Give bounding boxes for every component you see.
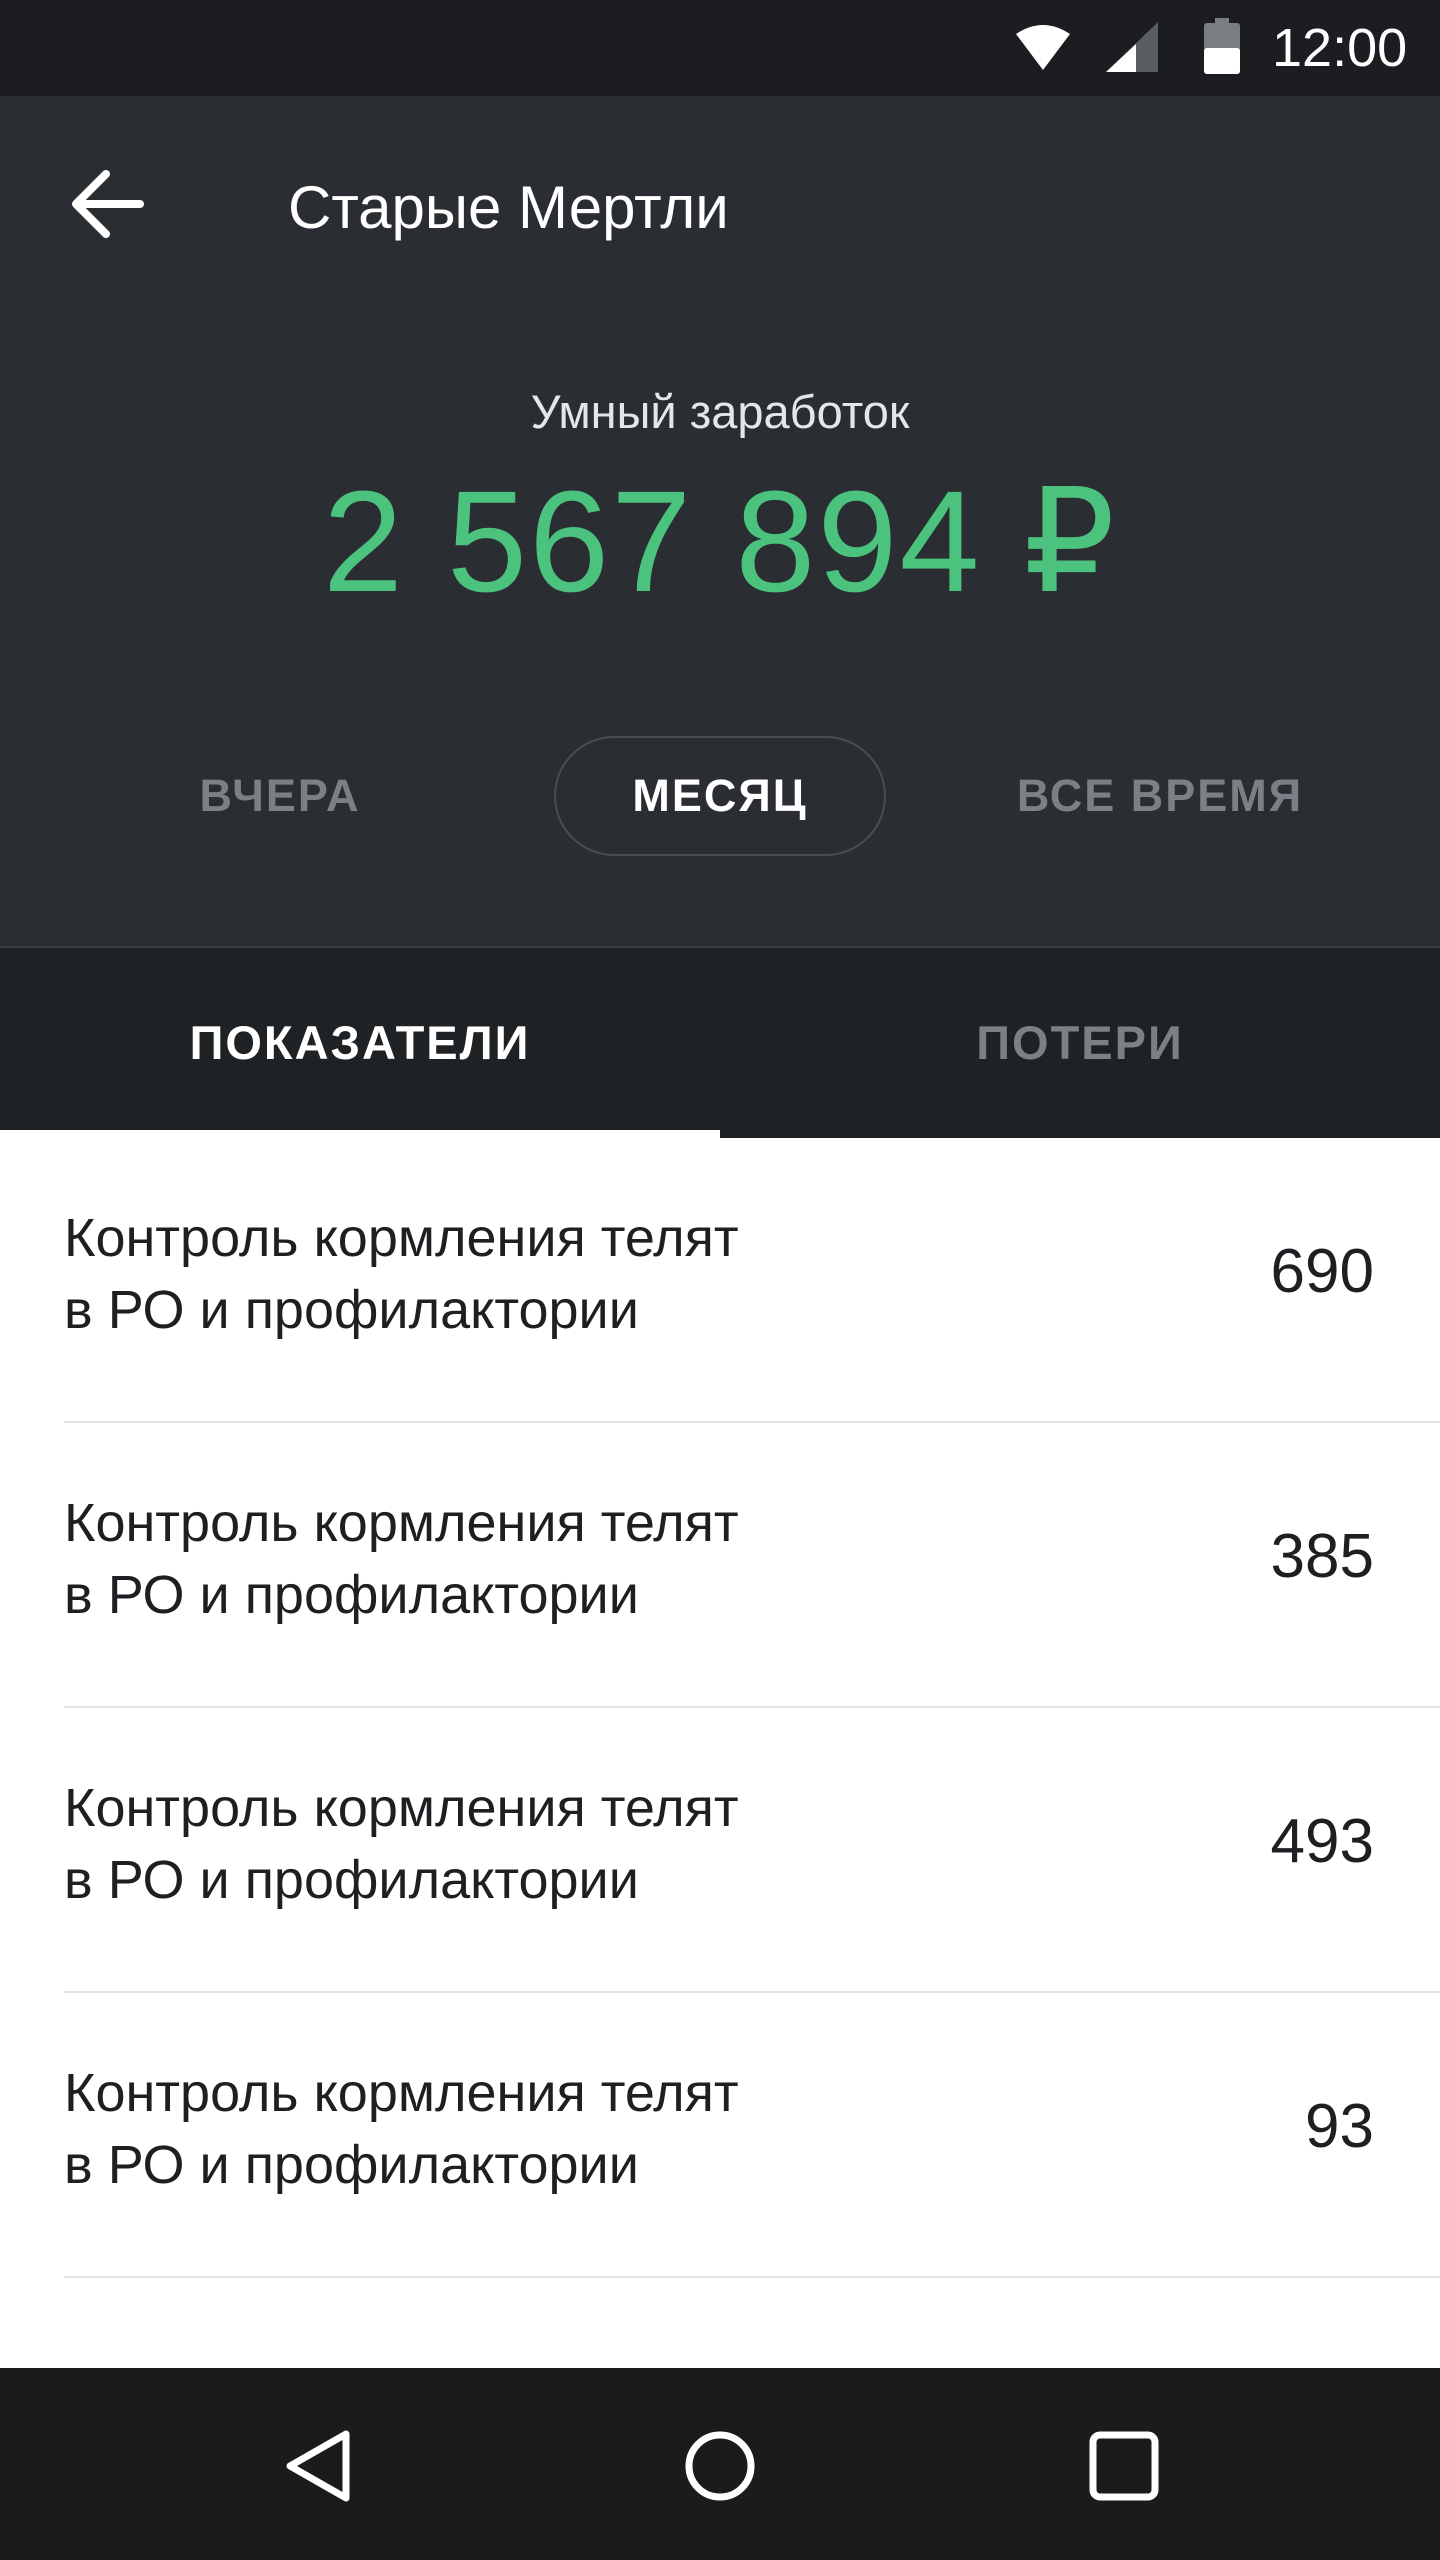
arrow-left-icon (72, 170, 144, 238)
nav-recents-icon (1089, 2431, 1159, 2501)
back-button[interactable] (66, 168, 156, 240)
list-item[interactable]: Контроль кормления телят в РО и профилак… (0, 1423, 1440, 1708)
nav-home-icon (685, 2431, 755, 2501)
nav-back-icon (286, 2430, 350, 2502)
system-nav-bar (0, 2368, 1440, 2560)
divider (64, 2276, 1440, 2278)
header: Старые Мертли Умный заработок 2 567 894 … (0, 96, 1440, 946)
list-item-label-line: Контроль кормления телят (64, 1778, 739, 1838)
signal-icon (1106, 22, 1158, 72)
battery-icon (1204, 18, 1240, 74)
list-item-value: 385 (1270, 1522, 1374, 1591)
list-item-label-line: в РО и профилактории (64, 2135, 639, 2195)
list-item-label-line: Контроль кормления телят (64, 2063, 739, 2123)
tab-bar: ПОКАЗАТЕЛИ ПОТЕРИ (0, 946, 1440, 1138)
list-item[interactable]: Контроль кормления телят в РО и профилак… (0, 1708, 1440, 1993)
list-item-label-line: в РО и профилактории (64, 1850, 639, 1910)
period-yesterday[interactable]: ВЧЕРА (130, 736, 430, 856)
list-item-label-line: Контроль кормления телят (64, 1208, 739, 1268)
list-item-value: 493 (1270, 1807, 1374, 1876)
status-bar: 12:00 (0, 0, 1440, 96)
list-item-label: Контроль кормления телят в РО и профилак… (64, 2057, 964, 2201)
page-title: Старые Мертли (288, 174, 729, 241)
wifi-icon (1016, 25, 1070, 70)
list-item-label-line: в РО и профилактории (64, 1565, 639, 1625)
list-item-label: Контроль кормления телят в РО и профилак… (64, 1772, 964, 1916)
earnings-value: 2 567 894 ₽ (322, 461, 1118, 622)
list-item[interactable]: Контроль кормления телят в РО и профилак… (0, 1138, 1440, 1423)
list-item[interactable]: Контроль кормления телят в РО и профилак… (0, 1993, 1440, 2278)
list-item-label-line: в РО и профилактории (64, 1280, 639, 1340)
tab-indicators[interactable]: ПОКАЗАТЕЛИ (0, 948, 720, 1136)
period-month[interactable]: МЕСЯЦ (554, 736, 886, 856)
nav-back-button[interactable] (272, 2418, 368, 2514)
earnings-label: Умный заработок (530, 385, 910, 438)
list-item-label: Контроль кормления телят в РО и профилак… (64, 1202, 964, 1346)
clock: 12:00 (1272, 18, 1408, 78)
period-all-time[interactable]: ВСЕ ВРЕМЯ (980, 736, 1340, 856)
list-item-label-line: Контроль кормления телят (64, 1493, 739, 1553)
list-item-value: 93 (1305, 2092, 1374, 2161)
tab-losses[interactable]: ПОТЕРИ (720, 948, 1440, 1136)
list-item-value: 690 (1270, 1237, 1374, 1306)
active-tab-indicator (0, 1130, 720, 1138)
list-item-label: Контроль кормления телят в РО и профилак… (64, 1487, 964, 1631)
nav-recents-button[interactable] (1076, 2418, 1172, 2514)
nav-home-button[interactable] (672, 2418, 768, 2514)
indicators-list: Контроль кормления телят в РО и профилак… (0, 1138, 1440, 2368)
